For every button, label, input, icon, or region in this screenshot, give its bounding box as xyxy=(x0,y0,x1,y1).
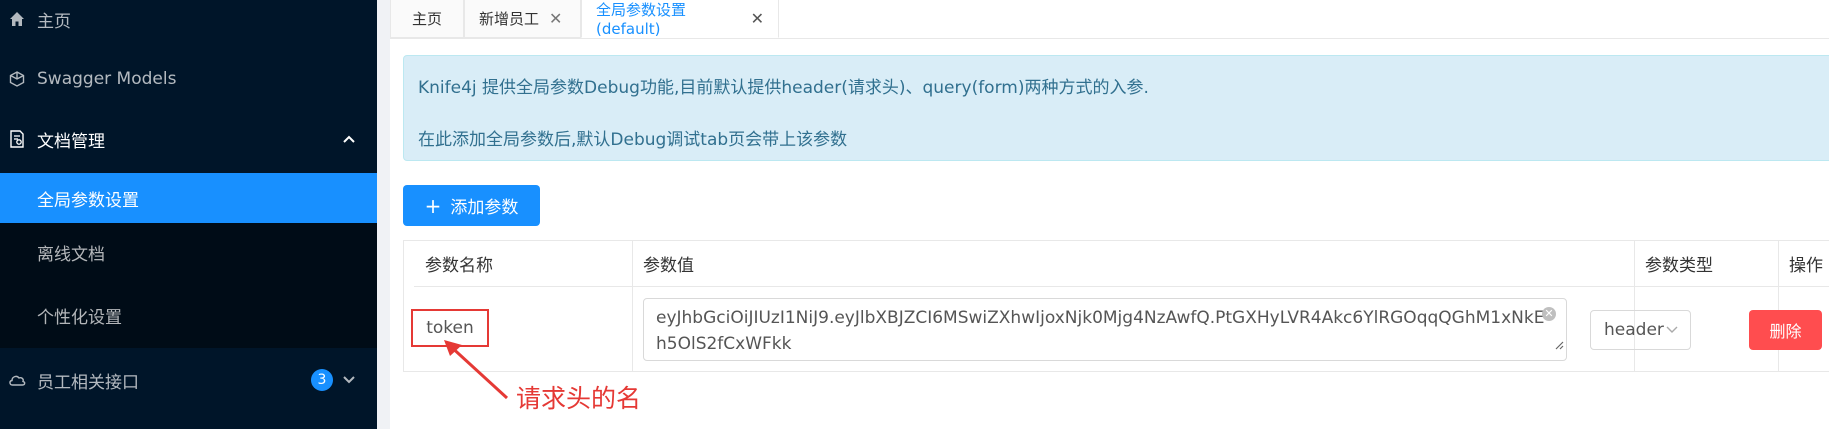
tab-label: 新增员工 xyxy=(479,10,540,28)
add-param-button[interactable]: + 添加参数 xyxy=(403,185,540,226)
column-header: 参数类型 xyxy=(1635,241,1779,286)
cube-icon xyxy=(8,70,26,88)
column-header-label: 参数类型 xyxy=(1645,256,1713,276)
chevron-down-icon xyxy=(1666,323,1678,338)
param-type-value: header xyxy=(1604,320,1664,340)
plus-icon: + xyxy=(424,193,442,218)
sidebar-item-label: 员工相关接口 xyxy=(37,372,139,393)
sidebar-item-employee-api[interactable]: 员工相关接口 3 xyxy=(0,355,377,405)
sidebar-item-label: 主页 xyxy=(37,11,71,32)
column-header: 参数值 xyxy=(633,241,1635,286)
column-header-label: 操作 xyxy=(1789,256,1823,276)
tab-bar: 主页 新增员工 ✕ 全局参数设置(default) ✕ xyxy=(390,0,1829,39)
sidebar-item-label: 个性化设置 xyxy=(37,307,122,328)
params-table: 参数名称 参数值 参数类型 操作 token eyJhbGciOiJIUzI1N… xyxy=(403,240,1829,372)
add-param-label: 添加参数 xyxy=(450,198,519,218)
close-icon[interactable]: ✕ xyxy=(751,9,764,28)
column-header: 操作 xyxy=(1779,241,1829,286)
sidebar-item-personalization[interactable]: 个性化设置 xyxy=(0,282,377,348)
param-type-select[interactable]: header xyxy=(1590,310,1691,350)
sidebar-item-home[interactable]: 主页 xyxy=(0,0,377,44)
param-name-value: token xyxy=(426,318,474,338)
param-value-textarea[interactable]: eyJhbGciOiJIUzI1NiJ9.eyJlbXBJZCI6MSwiZXh… xyxy=(643,298,1567,361)
sidebar-item-global-params[interactable]: 全局参数设置 xyxy=(0,173,377,223)
chevron-up-icon xyxy=(343,132,355,147)
annotation-arrow xyxy=(444,340,509,400)
sidebar-item-label: 文档管理 xyxy=(37,131,105,152)
sidebar-item-label: 离线文档 xyxy=(37,245,105,265)
count-badge: 3 xyxy=(311,369,333,391)
file-search-icon xyxy=(8,130,26,148)
chevron-down-icon xyxy=(343,373,355,388)
alert-line-1: Knife4j 提供全局参数Debug功能,目前默认提供header(请求头)、… xyxy=(418,78,1149,98)
close-icon[interactable]: ✕ xyxy=(549,9,562,28)
cloud-icon xyxy=(8,371,26,389)
clear-icon[interactable]: ✕ xyxy=(1542,307,1556,321)
tab-global-params[interactable]: 全局参数设置(default) ✕ xyxy=(581,0,779,38)
sidebar-item-label: Swagger Models xyxy=(37,69,177,89)
column-header-label: 参数值 xyxy=(643,256,694,276)
alert-line-2: 在此添加全局参数后,默认Debug调试tab页会带上该参数 xyxy=(418,130,848,150)
tab-home[interactable]: 主页 xyxy=(390,0,464,38)
column-header: 参数名称 xyxy=(404,241,633,286)
annotation-text: 请求头的名 xyxy=(516,384,642,413)
param-value-text: eyJhbGciOiJIUzI1NiJ9.eyJlbXBJZCI6MSwiZXh… xyxy=(656,308,1545,354)
content-gutter xyxy=(377,0,390,429)
tab-label: 全局参数设置(default) xyxy=(596,1,687,38)
tab-label: 主页 xyxy=(411,10,442,28)
resize-handle-icon[interactable] xyxy=(1555,332,1564,358)
column-header-label: 参数名称 xyxy=(425,256,493,276)
info-alert: Knife4j 提供全局参数Debug功能,目前默认提供header(请求头)、… xyxy=(403,55,1829,161)
sidebar: 主页 Swagger Models 文档管理 全局参数设置 离线文档 个性化设置… xyxy=(0,0,377,429)
sidebar-item-label: 全局参数设置 xyxy=(37,190,139,211)
delete-label: 删除 xyxy=(1769,322,1802,341)
tab-add-employee[interactable]: 新增员工 ✕ xyxy=(464,0,581,38)
sidebar-item-doc-management[interactable]: 文档管理 xyxy=(0,114,377,164)
sidebar-item-offline-docs[interactable]: 离线文档 xyxy=(0,223,377,282)
delete-button[interactable]: 删除 xyxy=(1749,310,1822,350)
sidebar-item-swagger-models[interactable]: Swagger Models xyxy=(0,54,377,104)
home-icon xyxy=(8,10,26,28)
